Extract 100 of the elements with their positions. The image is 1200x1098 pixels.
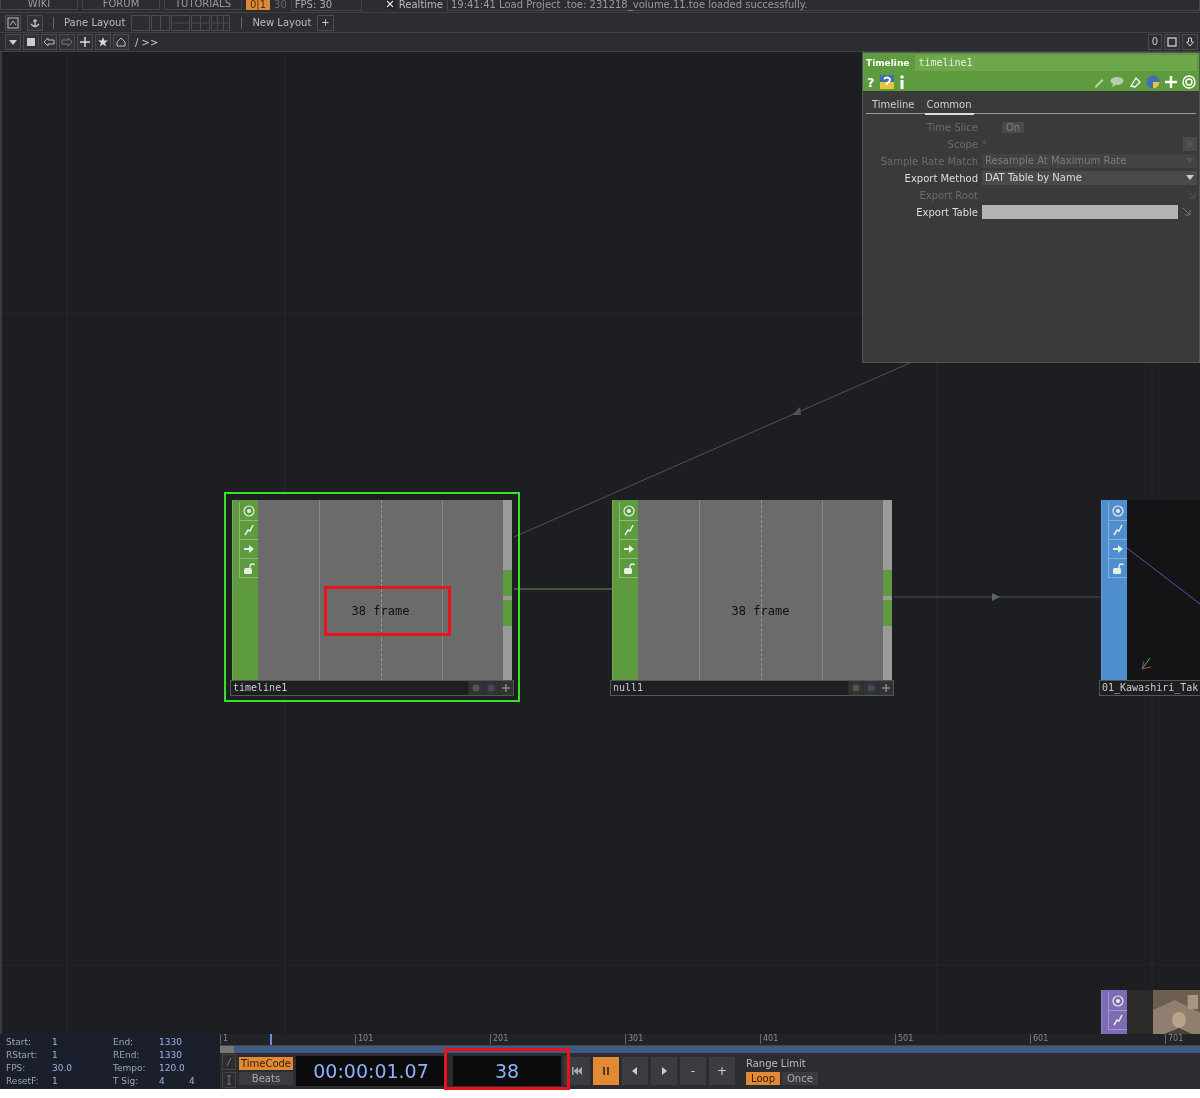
cook-rate: 30 bbox=[274, 0, 287, 10]
counter-button[interactable]: 0 bbox=[1147, 34, 1162, 50]
range-mode-toggle[interactable]: Loop bbox=[746, 1071, 780, 1085]
info-label: FPS: bbox=[6, 1063, 27, 1075]
playhead[interactable] bbox=[269, 1034, 272, 1045]
info-icon[interactable] bbox=[898, 75, 905, 89]
rewind-icon[interactable] bbox=[572, 1067, 582, 1075]
rewind-button[interactable] bbox=[564, 1057, 590, 1085]
menu-item[interactable]: TUTORIALS bbox=[164, 0, 242, 10]
info-label: RStart: bbox=[6, 1050, 39, 1062]
rate-button[interactable]: - bbox=[680, 1057, 706, 1085]
fps-label: FPS: 30 bbox=[290, 0, 362, 11]
step-forward-icon[interactable] bbox=[661, 1067, 667, 1075]
frame-readout: 38 frame bbox=[350, 604, 411, 618]
python-help-icon[interactable] bbox=[879, 75, 894, 89]
node-name[interactable]: 01_Kawashiri_Tak bbox=[1100, 681, 1200, 695]
info-value: 1 bbox=[52, 1037, 59, 1049]
info-value: 4 bbox=[189, 1076, 195, 1088]
node-name[interactable]: null1 bbox=[611, 681, 848, 695]
info-value: 4 bbox=[159, 1076, 166, 1088]
display-icon[interactable] bbox=[484, 681, 498, 695]
cook-toggle[interactable]: 0|1 bbox=[246, 0, 271, 10]
dropdown-icon[interactable] bbox=[5, 34, 21, 50]
info-label: End: bbox=[113, 1037, 135, 1049]
realtime-checkbox[interactable] bbox=[385, 0, 395, 9]
parameter-label: Export Table bbox=[915, 206, 978, 218]
step-back-icon[interactable] bbox=[632, 1067, 638, 1075]
pane-layout-label: Pane Layout bbox=[64, 17, 126, 28]
forward-icon[interactable] bbox=[59, 34, 75, 50]
parameter-tab[interactable]: Common bbox=[924, 99, 974, 114]
rate-button[interactable]: + bbox=[709, 1057, 735, 1085]
drop-arrow-icon[interactable] bbox=[1182, 207, 1192, 217]
info-label: T Sig: bbox=[113, 1076, 140, 1088]
ruler-label: 301 bbox=[625, 1034, 644, 1044]
dropdown-menu[interactable]: DAT Table by Name bbox=[982, 171, 1197, 185]
plus-icon[interactable] bbox=[879, 681, 893, 695]
add-icon[interactable] bbox=[77, 34, 93, 50]
anchor-icon[interactable] bbox=[27, 14, 43, 31]
display-icon[interactable] bbox=[864, 681, 878, 695]
node-name[interactable]: timeline1 bbox=[231, 681, 468, 695]
info-label: Start: bbox=[6, 1037, 33, 1049]
home-icon[interactable] bbox=[113, 34, 129, 50]
status-message: 19:41:41 Load Project .toe: 231218_volume.11.toe loaded successfully. bbox=[447, 0, 1200, 11]
cursor-icon[interactable] bbox=[222, 1072, 236, 1088]
info-value: 1 bbox=[52, 1076, 59, 1088]
star-icon[interactable] bbox=[95, 34, 111, 50]
back-icon[interactable] bbox=[41, 34, 57, 50]
step-forward-button[interactable] bbox=[651, 1057, 677, 1085]
pencil-icon[interactable] bbox=[1093, 76, 1105, 88]
ruler-label: 201 bbox=[490, 1034, 509, 1044]
menu-item[interactable]: FORUM bbox=[82, 0, 160, 10]
axes-icon bbox=[1139, 656, 1153, 672]
clipboard-icon[interactable] bbox=[1129, 76, 1141, 88]
frame-readout: 38 frame bbox=[730, 604, 791, 618]
range-limit-label: Range Limit bbox=[746, 1057, 807, 1069]
ruler-label: 701 bbox=[1165, 1034, 1184, 1044]
network-path[interactable]: / >> bbox=[135, 36, 159, 48]
step-back-button[interactable] bbox=[622, 1057, 648, 1085]
ruler-label: 1 bbox=[220, 1034, 229, 1044]
unit-toggle[interactable]: Beats bbox=[239, 1072, 293, 1085]
target-icon[interactable] bbox=[1182, 75, 1196, 89]
ruler-label: 601 bbox=[1030, 1034, 1049, 1044]
export-table-field[interactable] bbox=[982, 205, 1178, 219]
info-value: 1 bbox=[52, 1050, 59, 1062]
info-value: 1330 bbox=[159, 1037, 183, 1049]
pause-icon[interactable] bbox=[602, 1067, 610, 1075]
slash-icon[interactable] bbox=[222, 1054, 236, 1070]
menu-item[interactable]: WIKI bbox=[0, 0, 78, 10]
drop-arrow-icon[interactable] bbox=[1187, 190, 1197, 200]
parameter-label: Export Method bbox=[903, 172, 978, 184]
window-icon[interactable] bbox=[1164, 34, 1180, 50]
bypass-icon[interactable] bbox=[849, 681, 863, 695]
python-icon[interactable] bbox=[1146, 75, 1160, 89]
comment-icon[interactable] bbox=[1110, 76, 1124, 88]
help-button[interactable]: ? bbox=[867, 74, 875, 90]
new-layout-label: New Layout bbox=[252, 17, 312, 28]
plus-icon[interactable] bbox=[499, 681, 513, 695]
bypass-icon[interactable] bbox=[469, 681, 483, 695]
unit-toggle[interactable]: TimeCode bbox=[239, 1057, 293, 1070]
info-label: Tempo: bbox=[113, 1063, 147, 1075]
timecode-display[interactable]: 00:00:01.07 bbox=[296, 1056, 446, 1086]
range-mode-toggle[interactable]: Once bbox=[782, 1071, 818, 1085]
parameter-tab[interactable]: Timeline bbox=[870, 99, 917, 113]
info-value: 30.0 bbox=[52, 1063, 74, 1075]
info-value: 1330 bbox=[159, 1050, 183, 1062]
ruler-label: 401 bbox=[760, 1034, 779, 1044]
realtime-label: Realtime bbox=[398, 0, 443, 10]
pause-button[interactable] bbox=[593, 1057, 619, 1085]
download-icon[interactable] bbox=[1182, 34, 1198, 50]
ruler-label: 501 bbox=[895, 1034, 914, 1044]
caret-icon[interactable] bbox=[1186, 175, 1194, 181]
info-label: ResetF: bbox=[6, 1076, 40, 1088]
info-value: 120.0 bbox=[159, 1063, 186, 1075]
info-label: REnd: bbox=[113, 1050, 141, 1062]
frame-display[interactable]: 38 bbox=[453, 1056, 561, 1086]
stop-icon[interactable] bbox=[23, 34, 39, 50]
timeline-ruler[interactable]: 1 101 201 301 401 501 601 701 bbox=[220, 1034, 1200, 1046]
add-layout-button[interactable]: + bbox=[317, 14, 334, 31]
panel-icon[interactable] bbox=[5, 14, 21, 31]
ruler-label: 101 bbox=[355, 1034, 374, 1044]
